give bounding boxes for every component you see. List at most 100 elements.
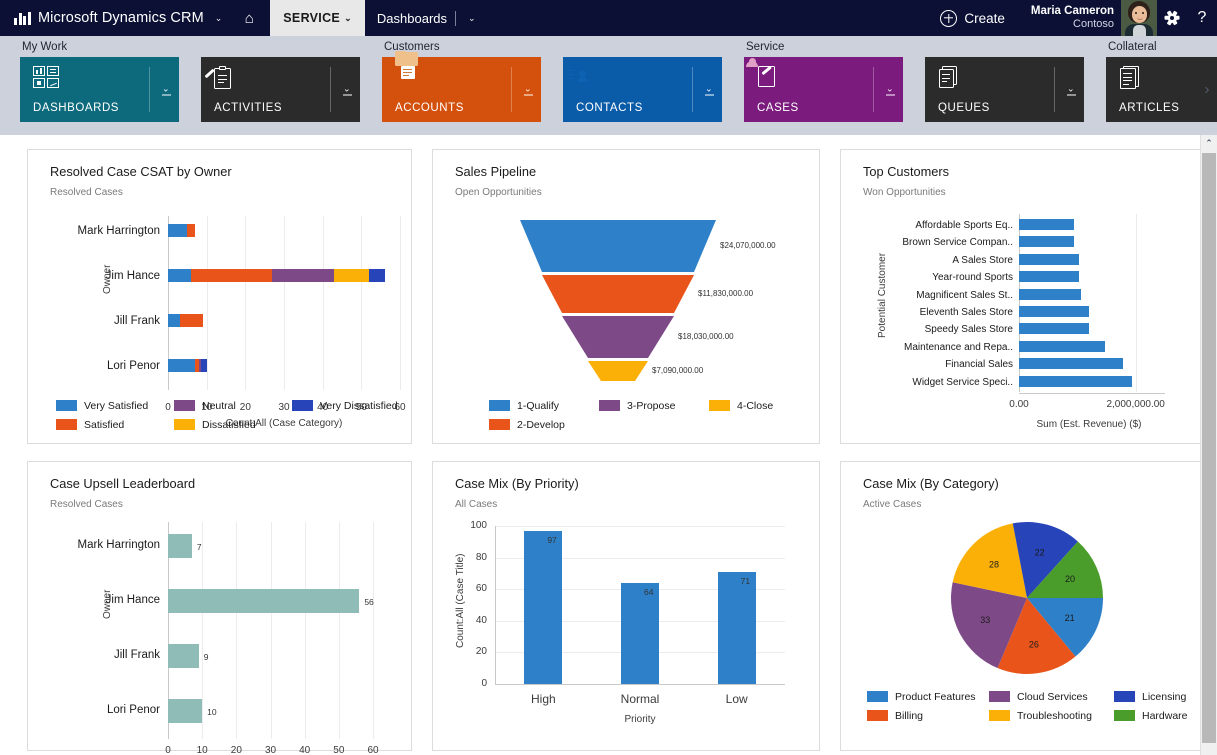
card-case-upsell-leaderboard: Case Upsell Leaderboard Resolved Cases 0… [27, 461, 412, 751]
legend-swatch [709, 400, 730, 411]
chart-legend-csat: Very SatisfiedNeutralVery DissatisfiedSa… [56, 398, 422, 432]
funnel-value-label: $7,090,000.00 [652, 366, 703, 375]
legend-swatch [292, 400, 313, 411]
pie-svg[interactable]: 212633282220 [841, 512, 1213, 684]
area-selector[interactable]: SERVICE ⌄ [270, 0, 365, 36]
category-label: Jim Hance [28, 270, 160, 282]
divider [692, 67, 693, 112]
tile-row: My Work ⌄ DASHBOARDS ⌄ ACTIVITIES [0, 36, 1217, 135]
category-label: Magnificent Sales St.. [841, 290, 1013, 301]
settings-button[interactable] [1157, 0, 1187, 36]
tile-dashboards[interactable]: ⌄ DASHBOARDS [20, 57, 179, 122]
card-subtitle: Won Opportunities [841, 179, 1209, 198]
scroll-up-button[interactable]: ⌃ [1201, 135, 1217, 152]
card-subtitle: Open Opportunities [433, 179, 819, 198]
category-label: Eleventh Sales Store [841, 307, 1013, 318]
legend-item: Billing [867, 708, 989, 723]
chevron-down-icon[interactable]: ⌄ [340, 13, 352, 24]
scrollbar-thumb[interactable] [1202, 153, 1216, 743]
group-label: My Work [20, 41, 360, 57]
chevron-down-icon[interactable]: ⌄ [1067, 84, 1076, 95]
bar-value-label: 9 [204, 652, 209, 662]
legend-item: 3-Propose [599, 398, 709, 413]
area-label: SERVICE [283, 11, 340, 25]
user-info[interactable]: Maria Cameron Contoso [1031, 4, 1121, 32]
help-button[interactable]: ? [1187, 0, 1217, 36]
funnel-segment[interactable] [520, 275, 716, 313]
brand-logo[interactable]: Microsoft Dynamics CRM ⌄ [0, 10, 228, 26]
chart-category-pie[interactable]: 212633282220 [841, 512, 1209, 687]
legend-label: Neutral [202, 400, 236, 412]
bar-segment [168, 224, 187, 237]
tile-label: ACTIVITIES [214, 102, 282, 114]
tile-activities[interactable]: ⌄ ACTIVITIES [201, 57, 360, 122]
chevron-down-icon[interactable]: ⌄ [705, 84, 714, 95]
legend-swatch [56, 400, 77, 411]
top-nav-right: Create Maria Cameron Contoso ? [940, 0, 1217, 36]
funnel-value-label: $24,070,000.00 [720, 241, 776, 250]
funnel-segment[interactable] [520, 220, 716, 272]
legend-label: Troubleshooting [1017, 710, 1092, 722]
chart-upsell[interactable]: 0102030405060Mark Harrington7Jim Hance56… [28, 518, 411, 748]
chevron-down-icon[interactable]: ⌄ [162, 84, 171, 95]
tile-label: QUEUES [938, 102, 990, 114]
chart-top-customers[interactable]: Affordable Sports Eq..Brown Service Comp… [841, 206, 1209, 436]
tile-label: ARTICLES [1119, 102, 1179, 114]
tile-queues[interactable]: ⌄ QUEUES [925, 57, 1084, 122]
category-label: Jill Frank [28, 315, 160, 327]
tile-label: ACCOUNTS [395, 102, 464, 114]
x-axis [495, 684, 785, 685]
category-label: Speedy Sales Store [841, 324, 1013, 335]
card-case-mix-priority: Case Mix (By Priority) All Cases 0204060… [432, 461, 820, 751]
card-top-customers: Top Customers Won Opportunities Affordab… [840, 149, 1210, 444]
category-label: Lori Penor [28, 704, 160, 716]
gridline [207, 216, 208, 390]
divider [511, 67, 512, 112]
chevron-down-icon[interactable]: ⌄ [211, 13, 223, 24]
legend-label: Billing [895, 710, 923, 722]
chart-sales-pipeline[interactable]: $24,070,000.00$11,830,000.00$18,030,000.… [433, 208, 819, 383]
bar [1019, 306, 1089, 317]
avatar[interactable] [1121, 0, 1157, 36]
bar-segment [168, 269, 191, 282]
tile-scroll-right-icon[interactable]: › [1199, 74, 1215, 104]
pie-slice-label: 20 [1065, 574, 1075, 584]
bar-segment [334, 269, 369, 282]
create-button[interactable]: Create [940, 10, 1031, 27]
legend-item: Cloud Services [989, 689, 1114, 704]
tile-contacts[interactable]: ⌄ CONTACTS [563, 57, 722, 122]
vertical-scrollbar[interactable]: ⌃ [1200, 135, 1217, 755]
x-tick-label: 30 [265, 745, 276, 755]
bar [168, 699, 202, 723]
funnel-value-label: $11,830,000.00 [698, 289, 753, 298]
x-tick-label: 50 [333, 745, 344, 755]
legend-item: Neutral [174, 398, 292, 413]
category-label: Mark Harrington [28, 225, 160, 237]
tile-accounts[interactable]: ⌄ ACCOUNTS [382, 57, 541, 122]
legend-item: Troubleshooting [989, 708, 1114, 723]
chart-priority[interactable]: 02040608010097High64Normal71LowPriorityC… [433, 514, 819, 752]
chevron-down-icon[interactable]: ⌄ [524, 84, 533, 95]
card-title: Resolved Case CSAT by Owner [28, 150, 411, 179]
bar-value-label: 56 [364, 597, 373, 607]
legend-label: 4-Close [737, 400, 773, 412]
chevron-down-icon[interactable]: ⌄ [886, 84, 895, 95]
page-selector[interactable]: Dashboards ⌄ [365, 11, 488, 26]
bar [1019, 219, 1074, 230]
bar-value-label: 10 [207, 707, 216, 717]
tile-group-my-work: My Work ⌄ DASHBOARDS ⌄ ACTIVITIES [20, 36, 360, 135]
chevron-down-icon[interactable]: ⌄ [464, 13, 476, 24]
legend-item: Licensing [1114, 689, 1214, 704]
bar [1019, 236, 1074, 247]
chevron-down-icon[interactable]: ⌄ [343, 84, 352, 95]
x-tick-label: 0.00 [1009, 399, 1028, 410]
x-tick-label: 20 [231, 745, 242, 755]
tile-cases[interactable]: ⌄ CASES [744, 57, 903, 122]
legend-item: Very Satisfied [56, 398, 174, 413]
legend-swatch [174, 400, 195, 411]
chart-csat[interactable]: 0102030405060Mark HarringtonJim HanceJil… [28, 208, 411, 388]
card-subtitle: Active Cases [841, 491, 1209, 510]
plus-icon [940, 10, 957, 27]
gridline [1136, 214, 1137, 392]
home-icon[interactable]: ⌂ [228, 0, 270, 36]
